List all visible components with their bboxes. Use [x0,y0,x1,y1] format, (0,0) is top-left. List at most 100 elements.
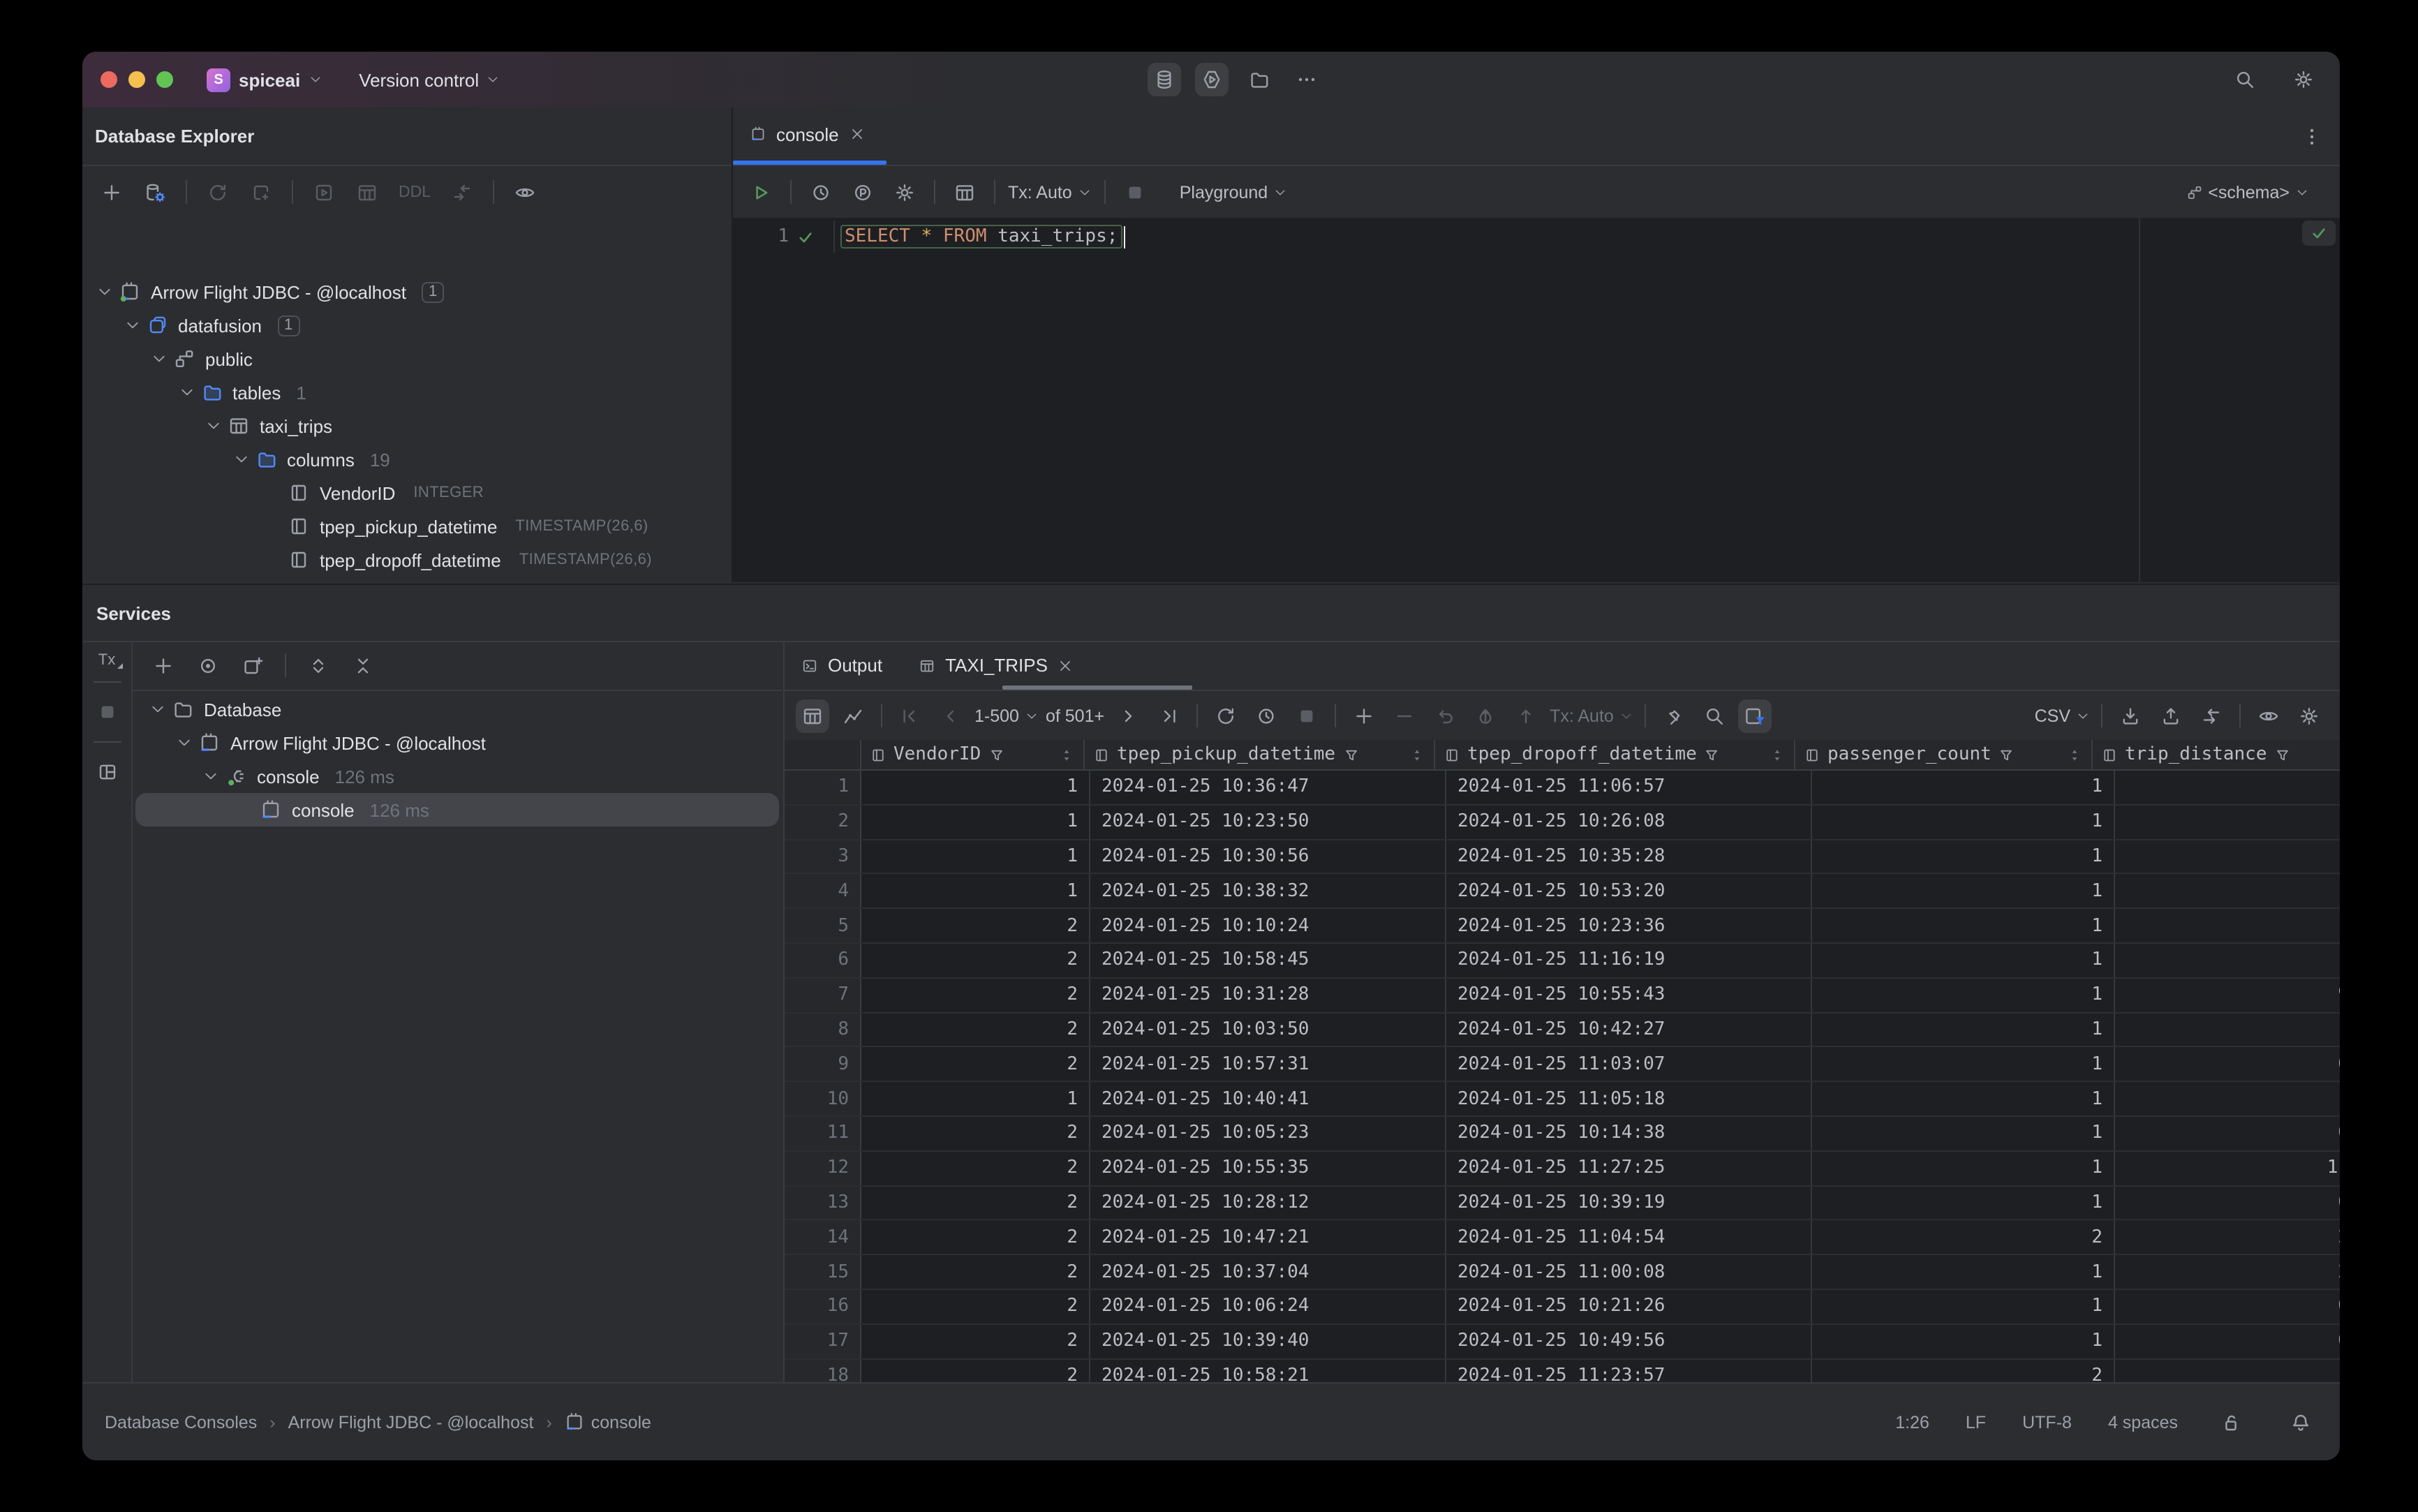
table-cell[interactable]: 1 [1812,1047,2115,1081]
expand-all-button[interactable] [302,648,335,682]
stop-process-button[interactable] [90,695,124,729]
tab-output[interactable]: Output [801,641,882,690]
table-cell[interactable]: 2024-01-25 11:05:18 [1446,1082,1812,1116]
grid-view-options-button[interactable] [2252,699,2285,732]
table-cell[interactable]: 0.43 [2115,1325,2340,1358]
tree-item-passenger_count[interactable]: passenger_countBIGINT(19) [82,577,732,582]
tree-item-Arrow Flight JDBC - @localhost[interactable]: Arrow Flight JDBC - @localhost 1 [82,275,732,309]
table-cell[interactable]: 2 [1812,1359,2115,1384]
table-cell[interactable]: 1 [1812,874,2115,908]
table-cell[interactable]: 2024-01-25 10:23:50 [1090,805,1446,839]
datasource-properties-button[interactable] [138,175,172,209]
table-cell[interactable]: 2 [861,1220,1090,1254]
table-cell[interactable]: 1.14 [2115,944,2340,977]
table-cell[interactable]: 2024-01-25 10:21:26 [1446,1289,1812,1324]
layout-options-button[interactable] [90,755,124,789]
table-cell[interactable]: 2024-01-25 10:40:41 [1090,1082,1446,1116]
table-cell[interactable]: 0.8 [2115,840,2340,873]
tx-strip-button[interactable]: Tx [98,652,123,669]
table-cell[interactable]: 1 [1812,805,2115,839]
table-cell[interactable]: 2024-01-25 11:23:57 [1446,1359,1812,1384]
table-cell[interactable]: 2024-01-25 10:55:35 [1090,1151,1446,1185]
table-cell[interactable]: 2024-01-25 10:26:08 [1446,805,1812,839]
row-number[interactable]: 4 [785,874,861,908]
more-button[interactable] [1290,63,1323,96]
table-cell[interactable]: 2024-01-25 10:47:21 [1090,1220,1446,1254]
table-cell[interactable]: 2 [861,978,1090,1012]
tree-item-public[interactable]: public [82,342,732,376]
tab-options-button[interactable] [2295,120,2329,154]
services-item-console[interactable]: console 126 ms [135,793,779,827]
table-cell[interactable]: 1 [1812,840,2115,873]
row-number[interactable]: 11 [785,1116,861,1150]
commit-button[interactable] [1469,699,1502,732]
breadcrumb-item[interactable]: Database Consoles [105,1412,257,1432]
table-cell[interactable]: 0.75 [2115,1186,2340,1220]
table-cell[interactable]: 9.49 [2115,979,2340,1012]
table-cell[interactable]: 1 [1812,1082,2115,1116]
table-cell[interactable]: 2.9 [2115,771,2340,804]
tree-item-VendorID[interactable]: VendorID INTEGER [82,476,732,510]
table-cell[interactable]: 0.4 [2115,806,2340,839]
stop-button[interactable] [1118,175,1152,209]
submit-button[interactable] [1509,699,1543,732]
table-cell[interactable]: 2024-01-25 11:16:19 [1446,943,1812,977]
table-cell[interactable]: 2024-01-25 10:38:32 [1090,874,1446,908]
table-cell[interactable]: 2 [861,1255,1090,1289]
table-cell[interactable]: 1 [1812,1116,2115,1150]
row-number[interactable]: 15 [785,1255,861,1289]
table-cell[interactable]: 1 [1812,771,2115,804]
column-header-passenger_count[interactable]: passenger_count [1795,740,2093,769]
settings-button[interactable] [2287,63,2320,96]
import-button[interactable] [2114,699,2147,732]
row-number[interactable]: 14 [785,1220,861,1254]
table-cell[interactable]: 2 [861,1151,1090,1185]
row-number[interactable]: 12 [785,1151,861,1185]
page-size-select[interactable]: 1-500 [974,706,1039,725]
grid-view-button[interactable] [796,699,829,732]
row-number[interactable]: 5 [785,909,861,942]
table-cell[interactable]: 1 [861,771,1090,804]
table-cell[interactable]: 2024-01-25 10:39:40 [1090,1324,1446,1358]
collapse-all-button[interactable] [346,648,380,682]
table-cell[interactable]: 2 [861,1359,1090,1384]
next-page-button[interactable] [1111,699,1145,732]
tab-taxi-trips[interactable]: TAXI_TRIPS [919,641,1074,690]
table-cell[interactable]: 2024-01-25 10:49:56 [1446,1324,1812,1358]
table-cell[interactable]: 2024-01-25 11:04:54 [1446,1220,1812,1254]
filter-panel-button[interactable] [1737,699,1772,732]
last-page-button[interactable] [1152,699,1185,732]
close-window-button[interactable] [101,71,117,88]
sort-icon[interactable] [1058,746,1075,763]
services-item-Arrow Flight JDBC - @localhost[interactable]: Arrow Flight JDBC - @localhost [133,726,782,759]
add-row-button[interactable] [1347,699,1381,732]
open-in-new-tab-button[interactable] [236,648,269,682]
table-cell[interactable]: 2024-01-25 10:10:24 [1090,909,1446,942]
minimize-window-button[interactable] [128,71,145,88]
sort-icon[interactable] [2066,746,2083,763]
project-widget[interactable]: S spiceai [207,68,322,91]
first-page-button[interactable] [893,699,927,732]
table-cell[interactable]: 1 [1812,1186,2115,1220]
compare-button[interactable] [2195,699,2228,732]
table-cell[interactable]: 1.07 [2115,909,2340,942]
column-header-tpep_pickup_datetime[interactable]: tpep_pickup_datetime [1085,740,1435,769]
add-service-button[interactable] [147,648,180,682]
query-history-button[interactable] [804,175,838,209]
tree-item-tpep_dropoff_datetime[interactable]: tpep_dropoff_datetime TIMESTAMP(26,6) [82,543,732,577]
detach-session-button[interactable] [244,175,278,209]
table-cell[interactable]: 11.99 [2115,1152,2340,1185]
refresh-button[interactable] [201,175,235,209]
reload-page-button[interactable] [1209,699,1243,732]
table-cell[interactable]: 2 [861,1324,1090,1358]
table-cell[interactable]: 2024-01-25 10:57:31 [1090,1047,1446,1081]
table-cell[interactable]: 1 [1812,978,2115,1012]
table-cell[interactable]: 1 [1812,943,2115,977]
table-cell[interactable]: 2024-01-25 10:06:24 [1090,1289,1446,1324]
table-cell[interactable]: 2 [861,1116,1090,1150]
table-cell[interactable]: 2024-01-25 11:03:07 [1446,1047,1812,1081]
tree-item-datafusion[interactable]: datafusion 1 [82,309,732,342]
revert-button[interactable] [1428,699,1462,732]
notifications-button[interactable] [2284,1405,2317,1439]
sql-editor[interactable]: 1 SELECT * FROM taxi_trips; [733,218,2340,582]
